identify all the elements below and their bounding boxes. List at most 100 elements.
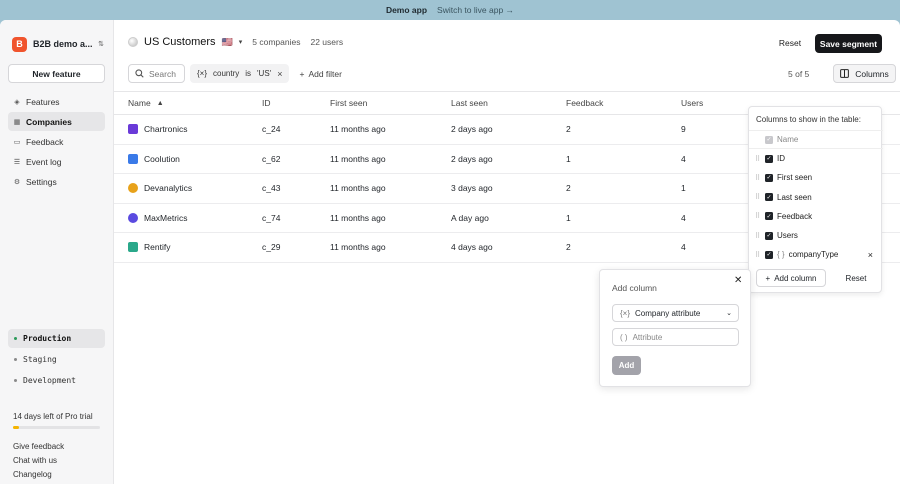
header-first-seen[interactable]: First seen bbox=[330, 98, 451, 108]
filter-bar: Search {×} country is 'US' × + Add filte… bbox=[128, 64, 896, 83]
give-feedback-link[interactable]: Give feedback bbox=[13, 442, 64, 456]
sidebar-footer: Give feedback Chat with us Changelog bbox=[13, 442, 64, 484]
column-item-first-seen[interactable]: ⠿ ✓ First seen bbox=[749, 168, 883, 187]
environment-list: Production Staging Development bbox=[8, 329, 105, 392]
users-count: 4 bbox=[681, 153, 686, 164]
drag-handle-icon[interactable]: ⠿ bbox=[755, 174, 761, 182]
sidebar-item-label: Settings bbox=[26, 176, 57, 187]
close-icon[interactable]: ✕ bbox=[734, 275, 742, 286]
chevron-updown-icon: ⇅ bbox=[98, 41, 104, 48]
company-name[interactable]: MaxMetrics bbox=[144, 213, 187, 223]
attribute-type-select[interactable]: {×} Company attribute ⌄ bbox=[612, 304, 739, 322]
new-feature-button[interactable]: New feature bbox=[8, 64, 105, 83]
env-label: Staging bbox=[23, 355, 57, 364]
add-filter-label: Add filter bbox=[308, 68, 342, 79]
segment-icon bbox=[128, 37, 138, 47]
add-column-label: Add column bbox=[774, 273, 817, 283]
attribute-icon: { } bbox=[777, 250, 785, 260]
header-name[interactable]: Name ▲ bbox=[114, 98, 262, 108]
companies-count: 5 companies bbox=[252, 37, 301, 47]
env-development[interactable]: Development bbox=[8, 371, 105, 390]
drag-handle-icon[interactable]: ⠿ bbox=[755, 212, 761, 220]
attribute-icon: {×} bbox=[620, 308, 631, 318]
chevron-down-icon: ⌄ bbox=[726, 310, 732, 317]
app-frame: B B2B demo a... ⇅ New feature ◈ Features… bbox=[0, 20, 900, 484]
env-status-dot bbox=[14, 358, 17, 361]
column-item-feedback[interactable]: ⠿ ✓ Feedback bbox=[749, 207, 883, 226]
add-button[interactable]: Add bbox=[612, 356, 641, 375]
header-name-label: Name bbox=[128, 98, 151, 108]
company-logo bbox=[128, 124, 138, 135]
checkbox-checked[interactable]: ✓ bbox=[765, 212, 773, 221]
add-column-button[interactable]: + Add column bbox=[756, 269, 826, 287]
column-item-users[interactable]: ⠿ ✓ Users bbox=[749, 226, 883, 245]
company-name[interactable]: Chartronics bbox=[144, 124, 187, 134]
close-icon[interactable]: × bbox=[868, 250, 873, 260]
save-segment-button[interactable]: Save segment bbox=[815, 34, 882, 53]
company-name[interactable]: Coolution bbox=[144, 154, 180, 164]
switch-to-live-link[interactable]: Switch to live app → bbox=[437, 5, 514, 15]
event-log-icon: ☰ bbox=[13, 158, 21, 166]
sidebar-item-settings[interactable]: ⚙ Settings bbox=[8, 172, 105, 191]
filter-chip-country[interactable]: {×} country is 'US' × bbox=[190, 64, 290, 83]
columns-reset-button[interactable]: Reset bbox=[841, 269, 871, 287]
env-staging[interactable]: Staging bbox=[8, 350, 105, 369]
checkbox-checked[interactable]: ✓ bbox=[765, 231, 773, 240]
org-switcher[interactable]: B B2B demo a... ⇅ bbox=[12, 36, 104, 52]
users-count: 22 users bbox=[310, 37, 344, 47]
search-input[interactable]: Search bbox=[128, 64, 185, 83]
header-last-seen[interactable]: Last seen bbox=[451, 98, 566, 108]
checkbox-checked[interactable]: ✓ bbox=[765, 193, 773, 202]
sidebar-item-event-log[interactable]: ☰ Event log bbox=[8, 152, 105, 171]
sidebar-item-label: Features bbox=[26, 96, 60, 107]
company-name[interactable]: Rentify bbox=[144, 242, 170, 252]
attribute-input[interactable]: ( ) Attribute bbox=[612, 328, 739, 346]
changelog-link[interactable]: Changelog bbox=[13, 470, 64, 484]
sidebar-item-features[interactable]: ◈ Features bbox=[8, 92, 105, 111]
checkbox-checked[interactable]: ✓ bbox=[765, 173, 773, 182]
feedback-count: 1 bbox=[566, 153, 571, 164]
column-item-id[interactable]: ⠿ ✓ ID bbox=[749, 149, 883, 168]
sidebar-item-label: Event log bbox=[26, 156, 62, 167]
sidebar-item-feedback[interactable]: ▭ Feedback bbox=[8, 132, 105, 151]
column-item-company-type[interactable]: ⠿ ✓ { } companyType × bbox=[749, 245, 883, 264]
header-feedback[interactable]: Feedback bbox=[566, 98, 681, 108]
reset-button[interactable]: Reset bbox=[770, 34, 810, 52]
env-production[interactable]: Production bbox=[8, 329, 105, 348]
column-item-last-seen[interactable]: ⠿ ✓ Last seen bbox=[749, 188, 883, 207]
company-id: c_62 bbox=[262, 153, 281, 164]
attribute-icon: {×} bbox=[197, 69, 208, 78]
users-count: 1 bbox=[681, 183, 686, 194]
close-icon[interactable]: × bbox=[277, 69, 282, 79]
first-seen: 11 months ago bbox=[330, 124, 386, 135]
last-seen: 2 days ago bbox=[451, 124, 493, 135]
drag-handle-icon[interactable]: ⠿ bbox=[755, 232, 761, 240]
columns-button[interactable]: Columns bbox=[833, 64, 896, 83]
add-filter-button[interactable]: + Add filter bbox=[294, 64, 347, 83]
company-id: c_24 bbox=[262, 124, 281, 135]
header-id[interactable]: ID bbox=[262, 98, 330, 108]
columns-icon bbox=[840, 69, 850, 78]
feedback-icon: ▭ bbox=[13, 138, 21, 146]
first-seen: 11 months ago bbox=[330, 183, 386, 194]
company-name[interactable]: Devanalytics bbox=[144, 183, 192, 193]
column-label: ID bbox=[777, 154, 785, 164]
columns-panel-title: Columns to show in the table: bbox=[756, 115, 861, 124]
checkbox-checked[interactable]: ✓ bbox=[765, 250, 773, 259]
add-column-title: Add column bbox=[612, 283, 657, 293]
company-logo bbox=[128, 153, 138, 164]
chat-with-us-link[interactable]: Chat with us bbox=[13, 456, 64, 470]
segment-title: US Customers bbox=[144, 36, 216, 48]
drag-handle-icon[interactable]: ⠿ bbox=[755, 155, 761, 163]
sidebar-item-label: Companies bbox=[26, 116, 72, 127]
feedback-count: 2 bbox=[566, 242, 571, 253]
sidebar-item-companies[interactable]: ▦ Companies bbox=[8, 112, 105, 131]
drag-handle-icon[interactable]: ⠿ bbox=[755, 193, 761, 201]
column-label: companyType bbox=[788, 250, 839, 260]
drag-handle-icon[interactable]: ⠿ bbox=[755, 251, 761, 259]
header-users[interactable]: Users bbox=[681, 98, 741, 108]
companies-icon: ▦ bbox=[13, 118, 21, 126]
last-seen: 3 days ago bbox=[451, 183, 493, 194]
checkbox-checked[interactable]: ✓ bbox=[765, 154, 773, 163]
chevron-down-icon[interactable]: ▾ bbox=[239, 38, 243, 46]
